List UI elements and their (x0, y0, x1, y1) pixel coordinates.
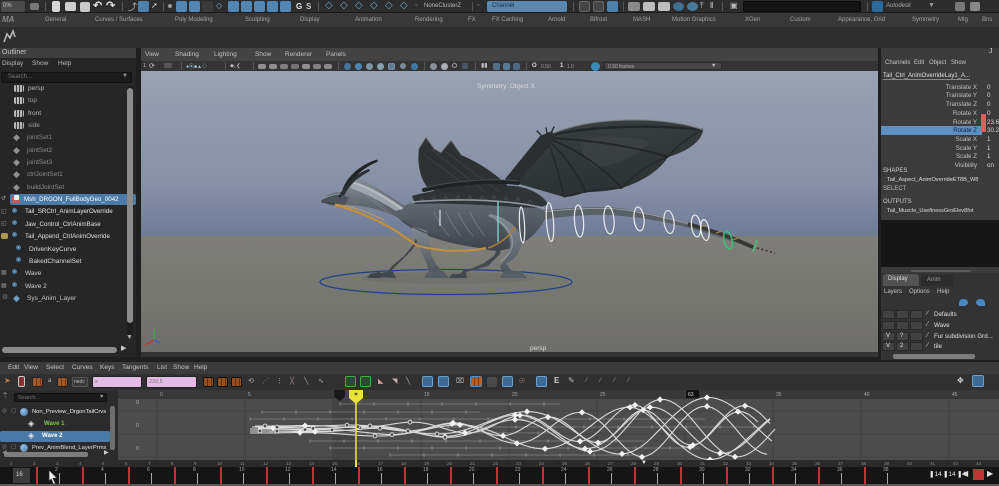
svg-text:20: 20 (512, 392, 518, 398)
svg-text:35: 35 (776, 392, 782, 398)
svg-text:0: 0 (136, 400, 139, 406)
svg-text:5: 5 (248, 392, 251, 398)
svg-text:15: 15 (424, 392, 430, 398)
svg-text:0: 0 (136, 423, 139, 429)
svg-text:0: 0 (136, 446, 139, 452)
svg-text:0: 0 (160, 392, 163, 398)
svg-text:40: 40 (864, 392, 870, 398)
svg-text:45: 45 (952, 392, 958, 398)
svg-text:25: 25 (600, 392, 606, 398)
svg-text:63: 63 (688, 392, 694, 398)
